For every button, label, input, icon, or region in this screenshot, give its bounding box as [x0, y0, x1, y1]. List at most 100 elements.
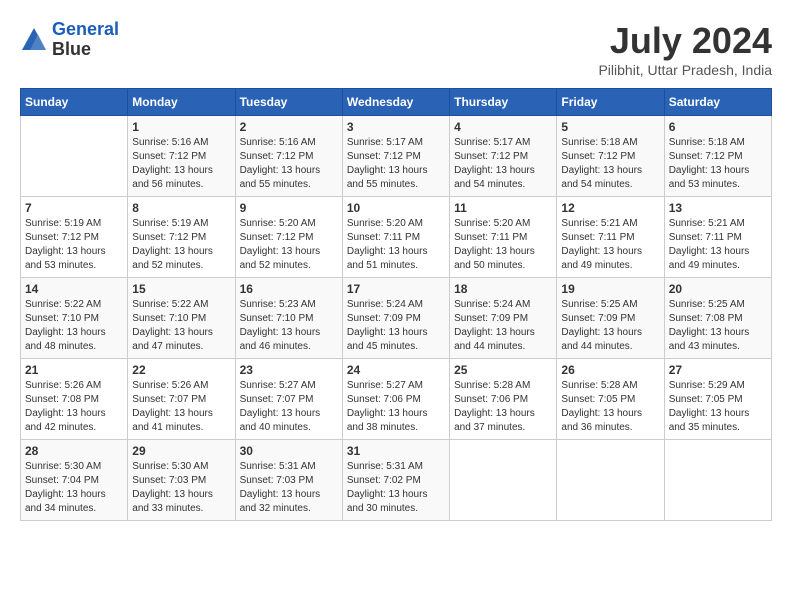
day-number: 22 — [132, 363, 230, 377]
day-info: Sunrise: 5:25 AM Sunset: 7:08 PM Dayligh… — [669, 298, 767, 354]
day-cell: 26 Sunrise: 5:28 AM Sunset: 7:05 PM Dayli… — [557, 359, 664, 440]
day-info: Sunrise: 5:28 AM Sunset: 7:05 PM Dayligh… — [561, 379, 659, 435]
day-info: Sunrise: 5:19 AM Sunset: 7:12 PM Dayligh… — [132, 217, 230, 273]
day-cell: 4 Sunrise: 5:17 AM Sunset: 7:12 PM Daylig… — [450, 116, 557, 197]
location: Pilibhit, Uttar Pradesh, India — [598, 62, 772, 78]
day-cell: 1Sunrise: 5:16 AM Sunset: 7:12 PM Daylig… — [128, 116, 235, 197]
day-number: 29 — [132, 444, 230, 458]
day-cell — [450, 440, 557, 521]
day-cell: 22Sunrise: 5:26 AM Sunset: 7:07 PM Dayli… — [128, 359, 235, 440]
day-number: 5 — [561, 120, 659, 134]
header-row: SundayMondayTuesdayWednesdayThursdayFrid… — [21, 89, 772, 116]
day-info: Sunrise: 5:17 AM Sunset: 7:12 PM Dayligh… — [347, 136, 445, 192]
title-area: July 2024 Pilibhit, Uttar Pradesh, India — [598, 20, 772, 78]
day-cell: 14 Sunrise: 5:22 AM Sunset: 7:10 PM Dayli… — [21, 278, 128, 359]
logo-line1: General — [52, 19, 119, 39]
month-year: July 2024 — [598, 20, 772, 62]
day-number: 15 — [132, 282, 230, 296]
day-info: Sunrise: 5:27 AM Sunset: 7:06 PM Dayligh… — [347, 379, 445, 435]
day-number: 17 — [347, 282, 445, 296]
day-number: 20 — [669, 282, 767, 296]
day-cell: 28 Sunrise: 5:30 AM Sunset: 7:04 PM Dayli… — [21, 440, 128, 521]
day-cell: 6Sunrise: 5:18 AM Sunset: 7:12 PM Daylig… — [664, 116, 771, 197]
week-row-4: 21 Sunrise: 5:26 AM Sunset: 7:08 PM Dayli… — [21, 359, 772, 440]
day-number: 7 — [25, 201, 123, 215]
day-cell: 5 Sunrise: 5:18 AM Sunset: 7:12 PM Daylig… — [557, 116, 664, 197]
day-number: 18 — [454, 282, 552, 296]
day-info: Sunrise: 5:21 AM Sunset: 7:11 PM Dayligh… — [669, 217, 767, 273]
col-header-sunday: Sunday — [21, 89, 128, 116]
day-cell: 29 Sunrise: 5:30 AM Sunset: 7:03 PM Dayli… — [128, 440, 235, 521]
day-info: Sunrise: 5:31 AM Sunset: 7:03 PM Dayligh… — [240, 460, 338, 516]
day-cell — [557, 440, 664, 521]
day-cell: 20 Sunrise: 5:25 AM Sunset: 7:08 PM Dayli… — [664, 278, 771, 359]
logo: General Blue — [20, 20, 119, 60]
day-info: Sunrise: 5:19 AM Sunset: 7:12 PM Dayligh… — [25, 217, 123, 273]
day-number: 25 — [454, 363, 552, 377]
col-header-tuesday: Tuesday — [235, 89, 342, 116]
day-number: 1 — [132, 120, 230, 134]
day-cell: 17 Sunrise: 5:24 AM Sunset: 7:09 PM Dayli… — [342, 278, 449, 359]
day-info: Sunrise: 5:29 AM Sunset: 7:05 PM Dayligh… — [669, 379, 767, 435]
day-number: 31 — [347, 444, 445, 458]
day-number: 11 — [454, 201, 552, 215]
day-cell: 23Sunrise: 5:27 AM Sunset: 7:07 PM Dayli… — [235, 359, 342, 440]
col-header-friday: Friday — [557, 89, 664, 116]
day-cell: 10Sunrise: 5:20 AM Sunset: 7:11 PM Dayli… — [342, 197, 449, 278]
col-header-monday: Monday — [128, 89, 235, 116]
day-cell: 18 Sunrise: 5:24 AM Sunset: 7:09 PM Dayli… — [450, 278, 557, 359]
day-cell — [664, 440, 771, 521]
day-number: 8 — [132, 201, 230, 215]
day-number: 3 — [347, 120, 445, 134]
day-info: Sunrise: 5:31 AM Sunset: 7:02 PM Dayligh… — [347, 460, 445, 516]
day-info: Sunrise: 5:30 AM Sunset: 7:03 PM Dayligh… — [132, 460, 230, 516]
day-cell: 9Sunrise: 5:20 AM Sunset: 7:12 PM Daylig… — [235, 197, 342, 278]
day-number: 27 — [669, 363, 767, 377]
day-cell: 8 Sunrise: 5:19 AM Sunset: 7:12 PM Daylig… — [128, 197, 235, 278]
day-info: Sunrise: 5:24 AM Sunset: 7:09 PM Dayligh… — [454, 298, 552, 354]
day-info: Sunrise: 5:18 AM Sunset: 7:12 PM Dayligh… — [561, 136, 659, 192]
day-info: Sunrise: 5:25 AM Sunset: 7:09 PM Dayligh… — [561, 298, 659, 354]
col-header-wednesday: Wednesday — [342, 89, 449, 116]
day-info: Sunrise: 5:17 AM Sunset: 7:12 PM Dayligh… — [454, 136, 552, 192]
day-cell: 7 Sunrise: 5:19 AM Sunset: 7:12 PM Daylig… — [21, 197, 128, 278]
header: General Blue July 2024 Pilibhit, Uttar P… — [20, 20, 772, 78]
logo-text: General Blue — [52, 20, 119, 60]
day-cell: 16Sunrise: 5:23 AM Sunset: 7:10 PM Dayli… — [235, 278, 342, 359]
day-info: Sunrise: 5:21 AM Sunset: 7:11 PM Dayligh… — [561, 217, 659, 273]
day-number: 26 — [561, 363, 659, 377]
week-row-5: 28 Sunrise: 5:30 AM Sunset: 7:04 PM Dayli… — [21, 440, 772, 521]
day-info: Sunrise: 5:28 AM Sunset: 7:06 PM Dayligh… — [454, 379, 552, 435]
week-row-2: 7 Sunrise: 5:19 AM Sunset: 7:12 PM Daylig… — [21, 197, 772, 278]
week-row-1: 1 Sunrise: 5:16 AM Sunset: 7:12 PM Daylig… — [21, 116, 772, 197]
day-cell: 12Sunrise: 5:21 AM Sunset: 7:11 PM Dayli… — [557, 197, 664, 278]
day-cell: 25 Sunrise: 5:28 AM Sunset: 7:06 PM Dayli… — [450, 359, 557, 440]
day-number: 4 — [454, 120, 552, 134]
day-info: Sunrise: 5:20 AM Sunset: 7:11 PM Dayligh… — [347, 217, 445, 273]
day-cell: 13 Sunrise: 5:21 AM Sunset: 7:11 PM Dayli… — [664, 197, 771, 278]
day-info: Sunrise: 5:22 AM Sunset: 7:10 PM Dayligh… — [132, 298, 230, 354]
day-info: Sunrise: 5:24 AM Sunset: 7:09 PM Dayligh… — [347, 298, 445, 354]
logo-icon — [20, 26, 48, 54]
week-row-3: 14 Sunrise: 5:22 AM Sunset: 7:10 PM Dayli… — [21, 278, 772, 359]
day-info: Sunrise: 5:16 AM Sunset: 7:12 PM Dayligh… — [240, 136, 338, 192]
day-number: 21 — [25, 363, 123, 377]
day-cell — [21, 116, 128, 197]
day-cell: 31 Sunrise: 5:31 AM Sunset: 7:02 PM Dayli… — [342, 440, 449, 521]
day-number: 28 — [25, 444, 123, 458]
calendar-table: SundayMondayTuesdayWednesdayThursdayFrid… — [20, 88, 772, 521]
day-cell: 11Sunrise: 5:20 AM Sunset: 7:11 PM Dayli… — [450, 197, 557, 278]
col-header-thursday: Thursday — [450, 89, 557, 116]
logo-line2: Blue — [52, 40, 119, 60]
day-number: 14 — [25, 282, 123, 296]
day-cell: 27 Sunrise: 5:29 AM Sunset: 7:05 PM Dayli… — [664, 359, 771, 440]
day-number: 2 — [240, 120, 338, 134]
day-cell: 3 Sunrise: 5:17 AM Sunset: 7:12 PM Daylig… — [342, 116, 449, 197]
day-number: 13 — [669, 201, 767, 215]
day-info: Sunrise: 5:26 AM Sunset: 7:08 PM Dayligh… — [25, 379, 123, 435]
day-info: Sunrise: 5:30 AM Sunset: 7:04 PM Dayligh… — [25, 460, 123, 516]
day-cell: 21 Sunrise: 5:26 AM Sunset: 7:08 PM Dayli… — [21, 359, 128, 440]
day-cell: 19Sunrise: 5:25 AM Sunset: 7:09 PM Dayli… — [557, 278, 664, 359]
day-info: Sunrise: 5:22 AM Sunset: 7:10 PM Dayligh… — [25, 298, 123, 354]
day-number: 6 — [669, 120, 767, 134]
